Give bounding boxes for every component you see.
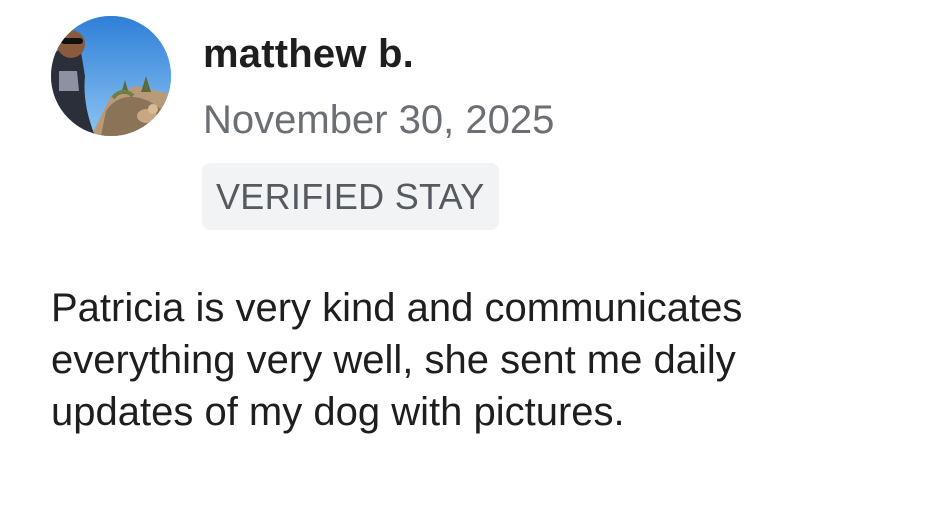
avatar-photo-icon [51, 16, 171, 136]
user-avatar[interactable] [51, 16, 171, 136]
review-card: matthew b. November 30, 2025 VERIFIED ST… [0, 0, 946, 523]
author-name[interactable]: matthew b. [203, 30, 414, 78]
review-text: Patricia is very kind and communicates e… [51, 286, 743, 434]
review-date: November 30, 2025 [203, 98, 555, 142]
verified-stay-badge: VERIFIED STAY [202, 163, 499, 230]
